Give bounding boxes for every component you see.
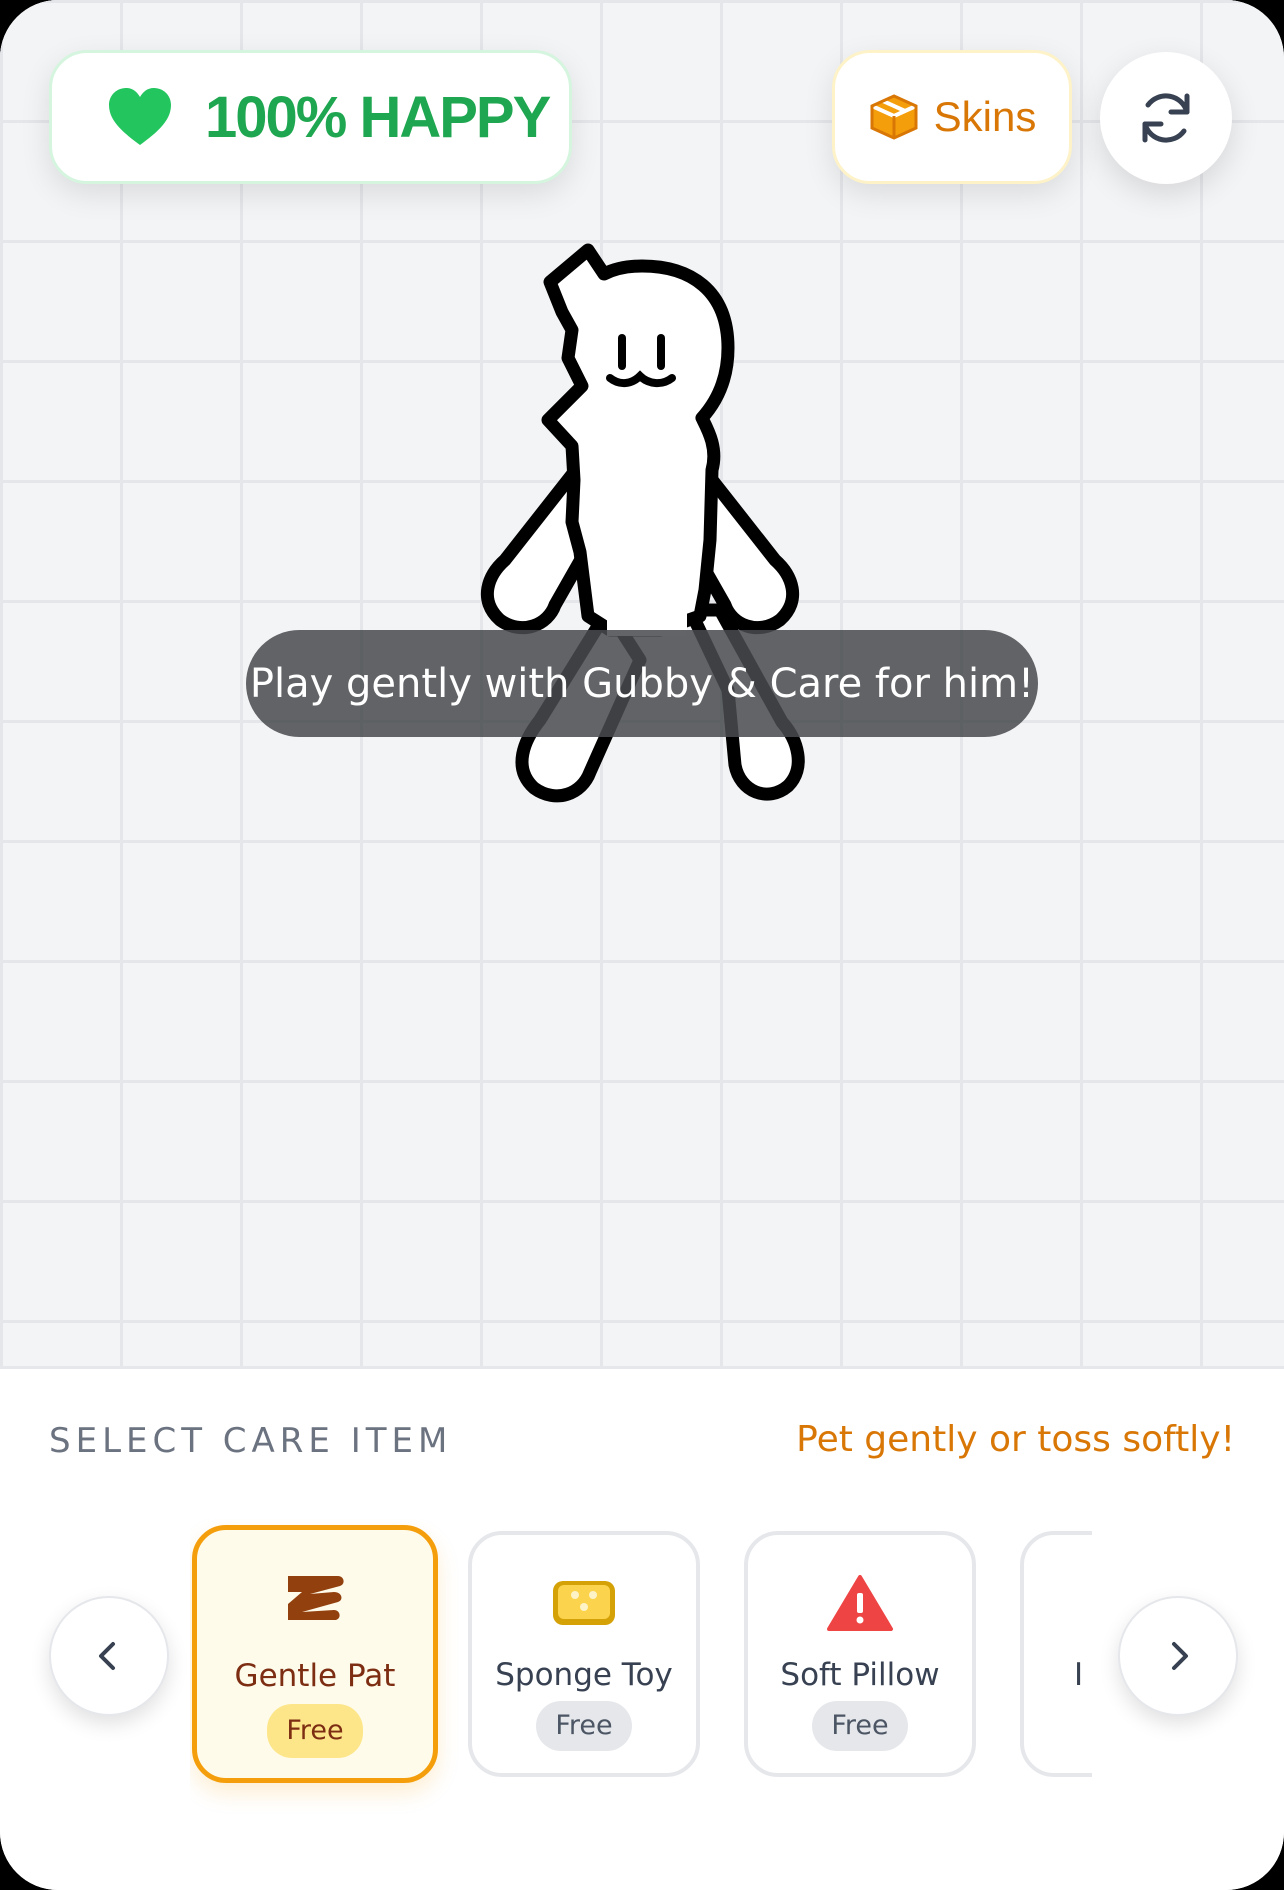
care-panel: SELECT CARE ITEM Pet gently or toss soft… [0,1366,1284,1890]
care-item-sponge-toy[interactable]: Sponge Toy Free [468,1531,700,1777]
carousel-prev-button[interactable] [49,1596,169,1716]
care-item-label: Gentle Pat [234,1658,396,1694]
happiness-label: 100% HAPPY [205,84,551,150]
care-item-soft-pillow[interactable]: Soft Pillow Free [744,1531,976,1777]
care-item-label: I [1074,1657,1084,1693]
skins-button[interactable]: Skins [832,50,1072,184]
care-item-price: Free [812,1701,908,1751]
hint-toast: Play gently with Gubby & Care for him! [246,630,1038,737]
care-item-partial[interactable]: I [1020,1531,1092,1777]
refresh-icon [1142,93,1190,143]
care-item-label: Soft Pillow [780,1657,940,1693]
care-item-label: Sponge Toy [495,1657,673,1693]
skins-label: Skins [933,93,1037,140]
sponge-icon [553,1581,615,1625]
refresh-button[interactable] [1100,52,1232,184]
care-item-price: Free [536,1701,632,1751]
happiness-badge: 100% HAPPY [49,50,572,184]
care-item-carousel[interactable]: Gentle Pat Free Sponge Toy Free Soft Pil… [190,1519,1092,1819]
panel-title: SELECT CARE ITEM [49,1421,453,1461]
warning-icon [827,1575,893,1631]
play-area[interactable]: 100% HAPPY Skins Play gently with Gubby … [0,0,1284,1366]
carousel-next-button[interactable] [1118,1596,1238,1716]
heart-icon [109,88,171,145]
chevron-right-icon [1172,1642,1188,1670]
panel-hint: Pet gently or toss softly! [796,1419,1235,1460]
hand-icon [288,1576,344,1620]
box-icon [870,94,918,140]
care-item-gentle-pat[interactable]: Gentle Pat Free [192,1525,438,1783]
care-item-price: Free [267,1704,363,1758]
game-screen: 100% HAPPY Skins Play gently with Gubby … [0,0,1284,1890]
chevron-left-icon [99,1642,115,1670]
